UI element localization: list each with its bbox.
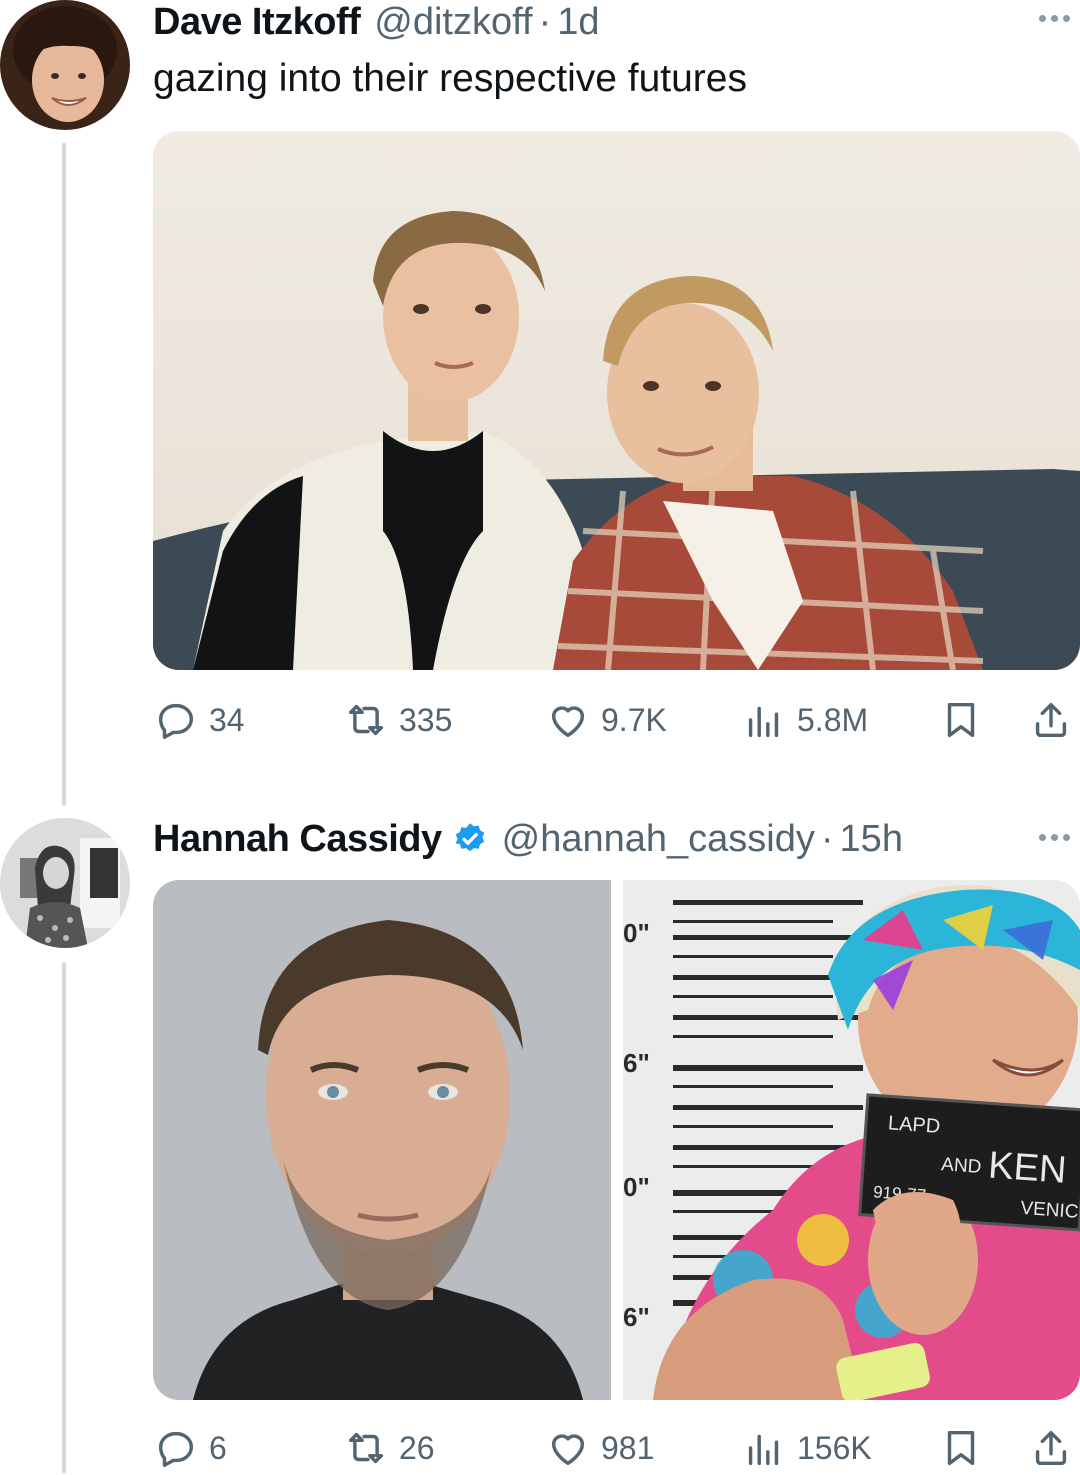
verified-badge-icon bbox=[452, 821, 488, 857]
repost-count: 335 bbox=[399, 701, 453, 738]
reply-count: 34 bbox=[209, 701, 245, 738]
repost-icon bbox=[348, 704, 384, 736]
height-mark: 0" bbox=[623, 918, 650, 948]
repost-count: 26 bbox=[399, 1429, 435, 1466]
author-handle[interactable]: @ditzkoff bbox=[374, 0, 532, 44]
height-mark: 6" bbox=[623, 1302, 650, 1332]
avatar-dave-itzkoff[interactable] bbox=[0, 0, 130, 130]
share-button[interactable] bbox=[1028, 697, 1074, 743]
sign-line-1: LAPD bbox=[887, 1112, 941, 1138]
sign-line-2b: KEN bbox=[987, 1144, 1068, 1191]
views-icon bbox=[748, 706, 779, 738]
more-icon[interactable] bbox=[1039, 834, 1070, 841]
views-icon bbox=[748, 1434, 779, 1466]
sign-line-3b: VENIC bbox=[1020, 1198, 1079, 1223]
reply-count: 6 bbox=[209, 1429, 227, 1466]
share-button[interactable] bbox=[1028, 1425, 1074, 1471]
repost-button[interactable]: 26 bbox=[343, 1425, 435, 1471]
tweet-actions-2: 6 26 981 156K bbox=[153, 1425, 1080, 1475]
timestamp[interactable]: 1d bbox=[557, 0, 599, 44]
views-button[interactable]: 156K bbox=[741, 1425, 872, 1471]
height-mark: 0" bbox=[623, 1172, 650, 1202]
sign-line-2a: AND bbox=[941, 1154, 982, 1178]
share-icon bbox=[1035, 1430, 1067, 1466]
author-name[interactable]: Hannah Cassidy bbox=[153, 817, 442, 861]
share-icon bbox=[1035, 702, 1067, 738]
tweet-photo-2a[interactable] bbox=[153, 880, 611, 1400]
more-icon[interactable] bbox=[1039, 15, 1070, 22]
separator: · bbox=[820, 818, 834, 860]
thread-line-1 bbox=[62, 143, 66, 806]
like-button[interactable]: 9.7K bbox=[545, 697, 667, 743]
avatar-hannah-cassidy[interactable] bbox=[0, 818, 130, 948]
like-count: 9.7K bbox=[601, 701, 667, 738]
reply-button[interactable]: 34 bbox=[153, 697, 245, 743]
bookmark-button[interactable] bbox=[938, 697, 984, 743]
views-button[interactable]: 5.8M bbox=[741, 697, 868, 743]
reply-icon bbox=[158, 1431, 194, 1467]
tweet-actions-1: 34 335 9.7K 5.8M bbox=[153, 697, 1080, 747]
like-count: 981 bbox=[601, 1429, 655, 1466]
tweet-header-2: Hannah Cassidy @hannah_cassidy · 15h bbox=[153, 817, 903, 861]
author-handle[interactable]: @hannah_cassidy bbox=[502, 817, 815, 861]
bookmark-icon bbox=[947, 1430, 975, 1466]
tweet-text: gazing into their respective futures bbox=[153, 57, 747, 100]
tweet-header-1: Dave Itzkoff @ditzkoff · 1d bbox=[153, 0, 600, 44]
separator: · bbox=[538, 1, 552, 43]
height-mark: 6" bbox=[623, 1048, 650, 1078]
views-count: 156K bbox=[797, 1429, 872, 1466]
author-name[interactable]: Dave Itzkoff bbox=[153, 0, 361, 44]
bookmark-button[interactable] bbox=[938, 1425, 984, 1471]
bookmark-icon bbox=[947, 702, 975, 738]
tweet-photo-2b[interactable]: 0" 6" 0" 6" LAPD AND KEN 919-77 VENIC bbox=[623, 880, 1080, 1400]
reply-button[interactable]: 6 bbox=[153, 1425, 227, 1471]
repost-icon bbox=[348, 1432, 384, 1464]
timestamp[interactable]: 15h bbox=[840, 817, 903, 861]
repost-button[interactable]: 335 bbox=[343, 697, 452, 743]
like-button[interactable]: 981 bbox=[545, 1425, 654, 1471]
like-icon bbox=[551, 1434, 585, 1466]
thread-line-2 bbox=[62, 962, 66, 1473]
like-icon bbox=[551, 706, 585, 738]
views-count: 5.8M bbox=[797, 701, 869, 738]
tweet-photo-1[interactable] bbox=[153, 131, 1080, 670]
reply-icon bbox=[158, 703, 194, 739]
